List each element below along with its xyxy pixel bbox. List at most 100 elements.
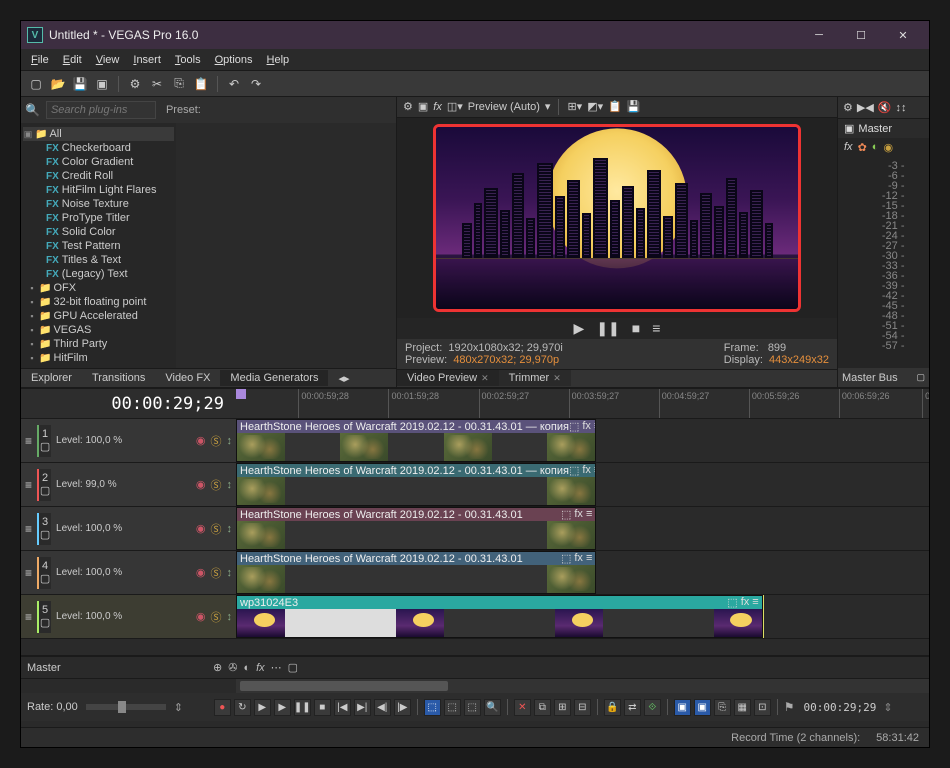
prev-frame-icon[interactable]: ◀| bbox=[374, 699, 391, 716]
tree-item[interactable]: FXTitles & Text bbox=[23, 253, 174, 267]
master-faders-icon[interactable]: ↕↕ bbox=[896, 102, 907, 114]
clip[interactable]: HearthStone Heroes of Warcraft 2019.02.1… bbox=[236, 463, 596, 506]
undo-icon[interactable]: ↶ bbox=[225, 75, 243, 93]
tree-item[interactable]: FXProType Titler bbox=[23, 211, 174, 225]
preview-quality[interactable]: Preview (Auto) bbox=[468, 101, 540, 113]
lock-icon[interactable]: 🔒 bbox=[604, 699, 621, 716]
tree-ofx[interactable]: ▪📁OFX bbox=[23, 281, 174, 295]
play-icon[interactable]: ▶ bbox=[274, 699, 291, 716]
track-header-1[interactable]: ≡ 1▢ Level: 100,0 % ◉ Ⓢ ↕ bbox=[21, 419, 236, 462]
master-dim-icon[interactable]: 🔇 bbox=[878, 101, 892, 114]
tab-transitions[interactable]: Transitions bbox=[82, 370, 155, 386]
tree-item[interactable]: FXCredit Roll bbox=[23, 169, 174, 183]
clip[interactable]: HearthStone Heroes of Warcraft 2019.02.1… bbox=[236, 507, 596, 550]
flag-icon[interactable]: ⚑ bbox=[784, 700, 795, 714]
track-mute-icon[interactable]: Ⓢ bbox=[211, 477, 222, 493]
tab-explorer[interactable]: Explorer bbox=[21, 370, 82, 386]
menu-options[interactable]: Options bbox=[209, 52, 259, 68]
track-menu-icon[interactable]: ≡ bbox=[25, 610, 32, 624]
play-start-icon[interactable]: ▶ bbox=[254, 699, 271, 716]
snap-marker-icon[interactable]: ⊟ bbox=[574, 699, 591, 716]
save-icon[interactable]: 💾 bbox=[71, 75, 89, 93]
track-solo-icon[interactable]: ↕ bbox=[227, 523, 233, 535]
menu-edit[interactable]: Edit bbox=[57, 52, 88, 68]
go-start-icon[interactable]: |◀ bbox=[334, 699, 351, 716]
track-header-4[interactable]: ≡ 4▢ Level: 100,0 % ◉ Ⓢ ↕ bbox=[21, 551, 236, 594]
preview-fx-icon[interactable]: fx bbox=[433, 101, 442, 113]
track-motion-icon[interactable]: ◉ bbox=[196, 610, 206, 623]
track-menu-icon[interactable]: ≡ bbox=[25, 434, 32, 448]
maximize-button[interactable]: ☐ bbox=[849, 25, 873, 45]
tree-item[interactable]: FXNoise Texture bbox=[23, 197, 174, 211]
tree-item[interactable]: FXSolid Color bbox=[23, 225, 174, 239]
tab-videofx[interactable]: Video FX bbox=[155, 370, 220, 386]
track-solo-icon[interactable]: ↕ bbox=[227, 611, 233, 623]
go-end-icon[interactable]: ▶| bbox=[354, 699, 371, 716]
normal-edit-icon[interactable]: ⬚ bbox=[424, 699, 441, 716]
auto-crossfade-icon[interactable]: ⟐ bbox=[644, 699, 661, 716]
record-icon[interactable]: ● bbox=[214, 699, 231, 716]
preview-grid-icon[interactable]: ⊞▾ bbox=[567, 100, 582, 113]
tree-item[interactable]: FXCheckerboard bbox=[23, 141, 174, 155]
pause-icon[interactable]: ❚❚ bbox=[294, 699, 311, 716]
master-track-label[interactable]: Master bbox=[27, 662, 207, 674]
preview-overlay-icon[interactable]: ◩▾ bbox=[587, 100, 603, 113]
preview-snapshot-icon[interactable]: 📋 bbox=[608, 100, 622, 113]
loop-icon[interactable]: ↻ bbox=[234, 699, 251, 716]
stop-icon[interactable]: ■ bbox=[314, 699, 331, 716]
clip[interactable]: HearthStone Heroes of Warcraft 2019.02.1… bbox=[236, 551, 596, 594]
tree-thirdparty[interactable]: ▪📁Third Party bbox=[23, 337, 174, 351]
preview-split-icon[interactable]: ◫▾ bbox=[447, 100, 463, 113]
close-button[interactable]: ✕ bbox=[891, 25, 915, 45]
tree-item[interactable]: FXTest Pattern bbox=[23, 239, 174, 253]
tab-more[interactable]: ◂▸ bbox=[328, 370, 359, 387]
close-icon[interactable]: ✕ bbox=[481, 373, 489, 384]
track-header-5[interactable]: ≡ 5▢ Level: 100,0 % ◉ Ⓢ ↕ bbox=[21, 595, 236, 638]
tool4-icon[interactable]: ▦ bbox=[734, 699, 751, 716]
clip[interactable]: HearthStone Heroes of Warcraft 2019.02.1… bbox=[236, 419, 596, 462]
render-icon[interactable]: ▣ bbox=[93, 75, 111, 93]
menu-file[interactable]: File bbox=[25, 52, 55, 68]
tool3-icon[interactable]: ⎘ bbox=[714, 699, 731, 716]
tab-video-preview[interactable]: Video Preview✕ bbox=[397, 370, 499, 386]
rate-slider[interactable] bbox=[86, 704, 166, 710]
tree-vegas[interactable]: ▪📁VEGAS bbox=[23, 323, 174, 337]
minimize-button[interactable]: ─ bbox=[807, 25, 831, 45]
tree-item[interactable]: FX(Legacy) Text bbox=[23, 267, 174, 281]
rate-stepper[interactable]: ⇕ bbox=[174, 701, 186, 714]
track-header-2[interactable]: ≡ 2▢ Level: 99,0 % ◉ Ⓢ ↕ bbox=[21, 463, 236, 506]
paste-icon[interactable]: 📋 bbox=[192, 75, 210, 93]
menu-view[interactable]: View bbox=[90, 52, 126, 68]
preview-extmon-icon[interactable]: ▣ bbox=[418, 100, 428, 113]
zoom-icon[interactable]: 🔍 bbox=[484, 699, 501, 716]
track-motion-icon[interactable]: ◉ bbox=[196, 478, 206, 491]
play-icon[interactable]: ▶ bbox=[574, 320, 585, 337]
menu-tools[interactable]: Tools bbox=[169, 52, 207, 68]
tree-32bit[interactable]: ▪📁32-bit floating point bbox=[23, 295, 174, 309]
timeline-scrollbar[interactable] bbox=[236, 679, 929, 693]
track-menu-icon[interactable]: ≡ bbox=[25, 478, 32, 492]
timecode[interactable]: 00:00:29;29 bbox=[111, 394, 224, 414]
close-icon[interactable]: ✕ bbox=[553, 373, 561, 384]
tool1-icon[interactable]: ▣ bbox=[674, 699, 691, 716]
master-prev-icon[interactable]: ▶◀ bbox=[857, 101, 874, 114]
snap-icon[interactable]: ⧉ bbox=[534, 699, 551, 716]
search-input[interactable]: Search plug-ins bbox=[46, 101, 156, 119]
track-motion-icon[interactable]: ◉ bbox=[196, 434, 206, 447]
tree-gpu[interactable]: ▪📁GPU Accelerated bbox=[23, 309, 174, 323]
track-mute-icon[interactable]: Ⓢ bbox=[211, 609, 222, 625]
delete-icon[interactable]: ✕ bbox=[514, 699, 531, 716]
tree-item[interactable]: FXColor Gradient bbox=[23, 155, 174, 169]
master-mute-icon[interactable]: ◐ bbox=[872, 141, 879, 154]
track-mute-icon[interactable]: Ⓢ bbox=[211, 521, 222, 537]
timecode-stepper[interactable]: ⇕ bbox=[883, 701, 892, 714]
tree-all[interactable]: ▣📁All bbox=[23, 127, 174, 141]
tool5-icon[interactable]: ⊡ bbox=[754, 699, 771, 716]
track-mute-icon[interactable]: Ⓢ bbox=[211, 565, 222, 581]
tab-media-generators[interactable]: Media Generators bbox=[220, 370, 328, 386]
track-solo-icon[interactable]: ↕ bbox=[227, 479, 233, 491]
selection-icon[interactable]: ⬚ bbox=[464, 699, 481, 716]
menu-icon[interactable]: ≡ bbox=[652, 320, 660, 336]
track-menu-icon[interactable]: ≡ bbox=[25, 566, 32, 580]
tree-item[interactable]: FXHitFilm Light Flares bbox=[23, 183, 174, 197]
